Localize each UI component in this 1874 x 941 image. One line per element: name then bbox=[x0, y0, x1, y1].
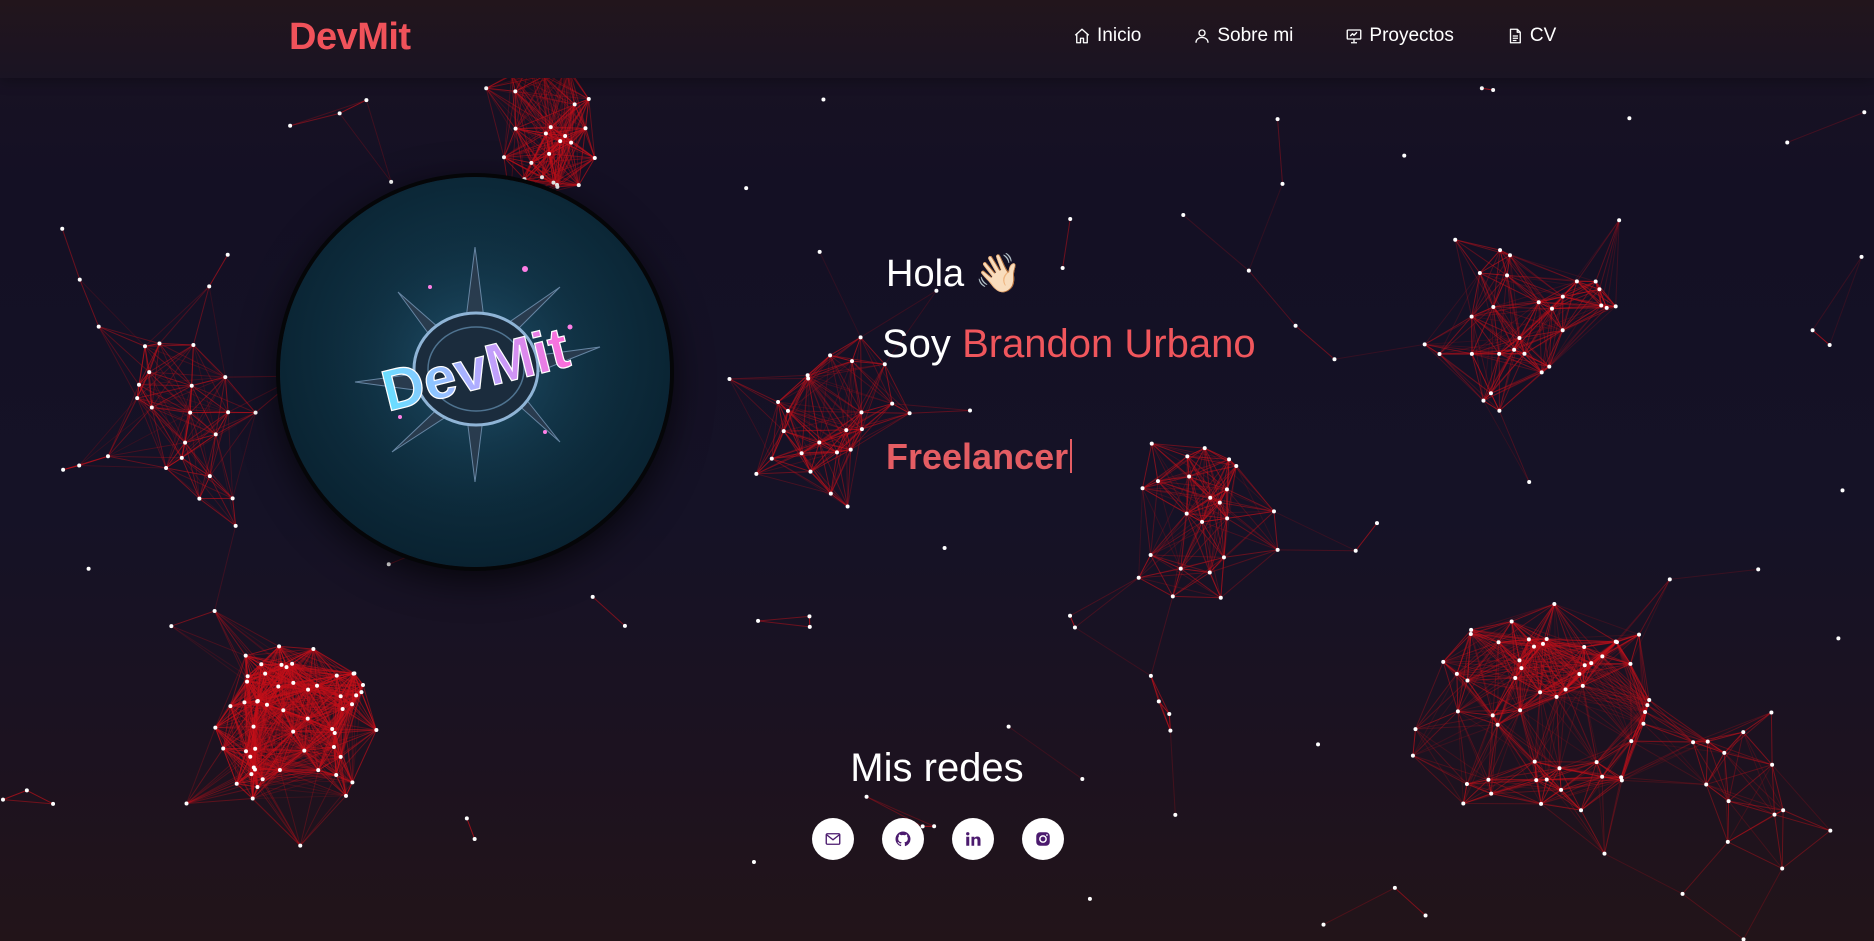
wave-emoji: 👋🏻 bbox=[974, 253, 1023, 295]
socials-title: Mis redes bbox=[850, 746, 1024, 790]
presentation-icon bbox=[1346, 29, 1362, 44]
nav-label: CV bbox=[1529, 25, 1557, 46]
typing-caret bbox=[1070, 439, 1073, 473]
document-icon bbox=[1509, 28, 1521, 44]
nav-label: Inicio bbox=[1097, 25, 1142, 46]
person-name: Brandon Urbano bbox=[962, 322, 1256, 366]
nav-item-cv[interactable]: CV bbox=[1506, 25, 1556, 47]
nav-label: Sobre mi bbox=[1217, 25, 1294, 46]
nav-item-inicio[interactable]: Inicio bbox=[1073, 25, 1141, 47]
brand-logo[interactable]: DevMit bbox=[289, 16, 411, 59]
typed-role: Freelancer bbox=[886, 436, 1073, 478]
nav-item-proyectos[interactable]: Proyectos bbox=[1345, 25, 1454, 47]
user-icon bbox=[1195, 29, 1210, 43]
nav-label: Proyectos bbox=[1369, 25, 1454, 46]
github-link[interactable] bbox=[882, 818, 924, 860]
home-icon bbox=[1074, 28, 1090, 44]
mail-icon bbox=[825, 833, 841, 845]
instagram-link[interactable] bbox=[1022, 818, 1064, 860]
intro-line: Soy Brandon Urbano bbox=[882, 322, 1256, 367]
main-nav: Inicio Sobre mi Proyectos CV bbox=[1073, 25, 1556, 47]
greeting: Hola 👋🏻 bbox=[886, 252, 1022, 296]
devmit-logo-image: DevMit bbox=[325, 217, 625, 517]
avatar: DevMit bbox=[280, 177, 670, 567]
nav-item-sobre-mi[interactable]: Sobre mi bbox=[1193, 25, 1293, 47]
email-link[interactable] bbox=[812, 818, 854, 860]
greeting-text: Hola bbox=[886, 253, 965, 295]
navbar: DevMit Inicio Sobre mi Proyectos CV bbox=[0, 0, 1874, 78]
linkedin-icon bbox=[966, 832, 981, 846]
role-text: Freelancer bbox=[886, 436, 1069, 477]
intro-prefix: Soy bbox=[882, 322, 951, 366]
linkedin-link[interactable] bbox=[952, 818, 994, 860]
instagram-icon bbox=[1036, 832, 1050, 846]
social-links bbox=[812, 818, 1064, 860]
github-icon bbox=[895, 831, 911, 847]
